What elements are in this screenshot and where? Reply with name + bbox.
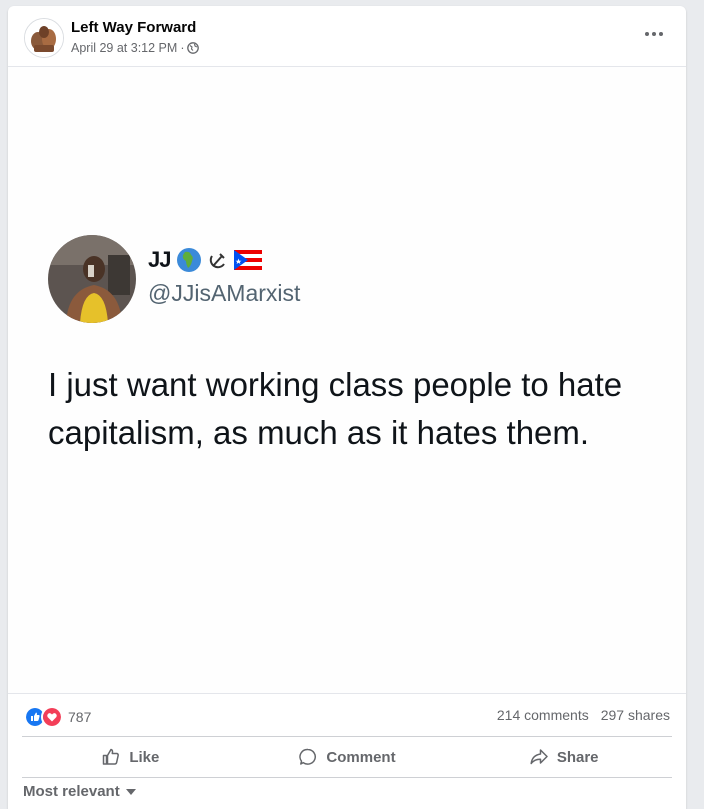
meta-separator: · bbox=[180, 41, 185, 55]
comments-count[interactable]: 214 comments bbox=[497, 707, 589, 723]
tweet-avatar bbox=[48, 235, 136, 323]
share-button[interactable]: Share bbox=[455, 737, 672, 777]
tweet-text: I just want working class people to hate… bbox=[48, 366, 623, 451]
shares-count[interactable]: 297 shares bbox=[601, 707, 670, 723]
post-image[interactable]: JJ @JJisAMarxist I just want working cla… bbox=[8, 67, 686, 694]
post-timestamp[interactable]: April 29 at 3:12 PM bbox=[71, 41, 177, 55]
comment-label: Comment bbox=[326, 748, 396, 766]
comment-bubble-icon bbox=[299, 748, 317, 765]
tweet-name-text: JJ bbox=[148, 247, 172, 272]
post-card: Left Way Forward April 29 at 3:12 PM · J… bbox=[8, 6, 686, 809]
more-options-icon[interactable] bbox=[640, 24, 668, 44]
post-meta: April 29 at 3:12 PM · bbox=[71, 41, 200, 55]
comments-sort-dropdown[interactable]: Most relevant bbox=[23, 783, 136, 800]
tweet-display-name: JJ bbox=[148, 247, 263, 273]
like-button[interactable]: Like bbox=[22, 737, 239, 777]
love-reaction-icon bbox=[41, 706, 63, 728]
sort-label: Most relevant bbox=[23, 783, 120, 800]
page-name[interactable]: Left Way Forward bbox=[71, 19, 196, 36]
post-header: Left Way Forward April 29 at 3:12 PM · bbox=[8, 6, 686, 66]
share-label: Share bbox=[556, 748, 599, 766]
reaction-count: 787 bbox=[68, 709, 92, 725]
comments-divider bbox=[22, 777, 672, 778]
share-arrow-icon bbox=[530, 749, 548, 765]
reactions-summary[interactable]: 787 bbox=[24, 706, 91, 728]
comment-button[interactable]: Comment bbox=[239, 737, 456, 777]
engagement-counts: 214 comments 297 shares bbox=[497, 707, 670, 723]
raised-fists-logo-icon bbox=[25, 19, 63, 57]
like-label: Like bbox=[129, 748, 160, 766]
globe-africa-icon bbox=[177, 248, 202, 272]
thumbs-up-icon bbox=[103, 748, 120, 765]
globe-icon[interactable] bbox=[187, 42, 200, 54]
image-divider bbox=[8, 693, 686, 694]
puerto-rico-flag-icon bbox=[234, 250, 263, 270]
tweet-handle: @JJisAMarxist bbox=[148, 280, 301, 306]
page-avatar[interactable] bbox=[24, 18, 64, 58]
profile-photo-icon bbox=[48, 235, 136, 323]
hammer-sickle-icon bbox=[210, 253, 226, 269]
caret-down-icon bbox=[125, 788, 136, 795]
action-bar: Like Comment Share bbox=[22, 737, 672, 777]
